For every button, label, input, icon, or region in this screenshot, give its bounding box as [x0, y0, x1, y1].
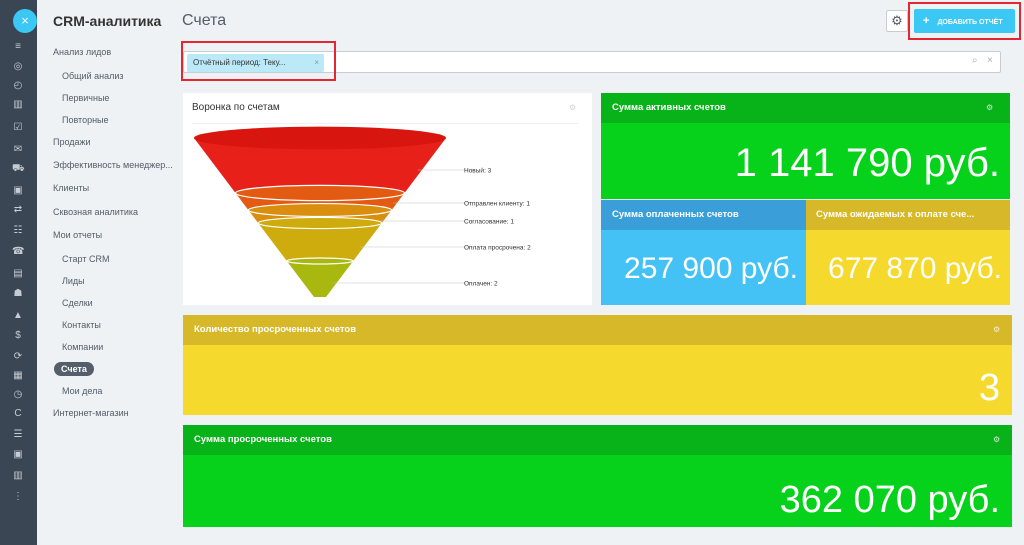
disk-icon[interactable]: ▦	[12, 370, 24, 382]
menu-item[interactable]: Мои дела	[62, 386, 102, 396]
tile-gear-icon[interactable]: ⚙	[993, 435, 1000, 444]
mail-icon[interactable]: ✉	[12, 144, 24, 156]
funnel-segment-top	[257, 216, 383, 230]
menu-item[interactable]: Контакты	[62, 320, 101, 330]
dollar-icon[interactable]: $	[12, 330, 24, 342]
funnel-segment-top	[247, 202, 393, 218]
sites-icon[interactable]: ▲	[12, 310, 24, 322]
calendar-icon[interactable]: ▣	[12, 185, 24, 197]
menu-item[interactable]: Сделки	[62, 298, 93, 308]
tile-value: 1 141 790 руб.	[734, 141, 1000, 185]
funnel-stage-label: Новый: 3	[464, 167, 492, 175]
chat-icon[interactable]: ▤	[12, 268, 24, 280]
funnel-segment	[286, 261, 354, 297]
funnel-segment-top	[234, 184, 406, 202]
funnel-widget: Воронка по счетам ⚙ Новый: 3 Отправлен кл…	[183, 93, 592, 305]
menu-item[interactable]: Счета	[54, 362, 94, 376]
tile-title: Сумма оплаченных счетов	[601, 200, 806, 230]
menu-title: CRM-аналитика	[53, 13, 162, 29]
search-icon[interactable]: ⌕	[972, 55, 978, 66]
funnel-segment-top	[194, 126, 446, 150]
sync-icon[interactable]: ⟳	[12, 351, 24, 363]
tile-overdue-invoices-sum: Сумма просроченных счетов ⚙ 362 070 руб.	[183, 425, 1012, 527]
menu-item[interactable]: Клиенты	[53, 183, 89, 193]
chart-icon[interactable]: ▥	[12, 99, 24, 111]
plus-icon: +	[923, 15, 930, 27]
funnel-chart: Новый: 3 Отправлен клиенту: 1 Согласование…	[194, 126, 531, 297]
menu-item[interactable]: Повторные	[62, 115, 109, 125]
tile-value: 677 870 руб.	[828, 252, 1002, 285]
tasks-icon[interactable]: ☑	[12, 122, 24, 134]
menu-item[interactable]: Первичные	[62, 93, 109, 103]
sliders-icon[interactable]: ⇄	[12, 204, 24, 216]
list-icon[interactable]: ☰	[12, 429, 24, 441]
main-content: Счета ⚙ + ДОБАВИТЬ ОТЧЁТ Отчётный период:…	[172, 0, 1024, 545]
code-icon[interactable]: C	[12, 408, 24, 420]
tile-title: Сумма ожидаемых к оплате сче...	[806, 200, 1010, 230]
gear-icon: ⚙	[891, 13, 903, 28]
menu-item[interactable]: Старт CRM	[62, 254, 109, 264]
contacts-icon[interactable]: ☷	[12, 225, 24, 237]
add-report-label: ДОБАВИТЬ ОТЧЁТ	[937, 19, 1003, 26]
tile-title: Сумма просроченных счетов	[183, 425, 1012, 455]
tile-value: 257 900 руб.	[624, 252, 798, 285]
tile-active-invoices-sum: Сумма активных счетов ⚙ 1 141 790 руб.	[601, 93, 1010, 199]
close-menu-icon[interactable]: ×	[13, 9, 37, 33]
page-title: Счета	[182, 12, 227, 29]
funnel-stage-label: Отправлен клиенту: 1	[464, 201, 530, 208]
tile-overdue-invoices-count: Количество просроченных счетов ⚙ 3	[183, 315, 1012, 415]
tile-gear-icon[interactable]: ⚙	[986, 103, 993, 112]
funnel-stage-label: Согласование: 1	[464, 219, 514, 226]
menu-item[interactable]: Лиды	[62, 276, 85, 286]
history-icon[interactable]: ◷	[12, 389, 24, 401]
clock-icon[interactable]: ◴	[12, 80, 24, 92]
menu-item[interactable]: Эффективность менеджер...	[53, 160, 173, 170]
tile-title: Количество просроченных счетов	[183, 315, 1012, 345]
tile-gear-icon[interactable]: ⚙	[993, 325, 1000, 334]
more-icon[interactable]: ⋮	[12, 491, 24, 503]
menu-item[interactable]: Мои отчеты	[53, 230, 102, 240]
menu-item[interactable]: Сквозная аналитика	[53, 207, 138, 217]
settings-icon[interactable]: ▥	[12, 470, 24, 482]
add-report-button[interactable]: + ДОБАВИТЬ ОТЧЁТ	[914, 9, 1015, 33]
clear-filter-icon[interactable]: ×	[987, 55, 993, 66]
cart-icon[interactable]: ⛟	[12, 163, 25, 175]
funnel-segment-top	[286, 257, 354, 265]
menu-item[interactable]: Общий анализ	[62, 71, 124, 81]
left-icon-strip: × ≡ ◎ ◴ ▥ ☑ ✉ ⛟ ▣ ⇄ ☷ ☎ ▤ ☗ ▲ $ ⟳ ▦ ◷ C ☰ ▣ ▥ ⋮	[0, 0, 37, 545]
robot-icon[interactable]: ▣	[12, 449, 24, 461]
filter-icon[interactable]: ≡	[12, 41, 24, 53]
target-icon[interactable]: ◎	[12, 61, 24, 73]
crm-analytics-menu: CRM-аналитика Анализ лидов Общий анализ Пе…	[37, 0, 173, 545]
tile-paid-invoices-sum: Сумма оплаченных счетов 257 900 руб.	[601, 200, 806, 305]
tile-expected-invoices-sum: Сумма ожидаемых к оплате сче... 677 870 …	[806, 200, 1010, 305]
settings-gear-button[interactable]: ⚙	[886, 10, 908, 32]
funnel-stage-label: Оплата просрочена: 2	[464, 245, 531, 252]
funnel-stage-label: Оплачен: 2	[464, 281, 498, 288]
tile-value: 3	[978, 367, 1000, 409]
menu-item[interactable]: Продажи	[53, 137, 91, 147]
menu-item[interactable]: Интернет-магазин	[53, 408, 129, 418]
menu-item[interactable]: Компании	[62, 342, 103, 352]
tile-title: Сумма активных счетов	[601, 93, 1010, 123]
highlight-frame	[181, 41, 336, 81]
tile-value: 362 070 руб.	[779, 479, 1000, 521]
phone-icon[interactable]: ☎	[12, 246, 24, 258]
menu-item[interactable]: Анализ лидов	[53, 47, 111, 57]
group-icon[interactable]: ☗	[12, 288, 24, 300]
